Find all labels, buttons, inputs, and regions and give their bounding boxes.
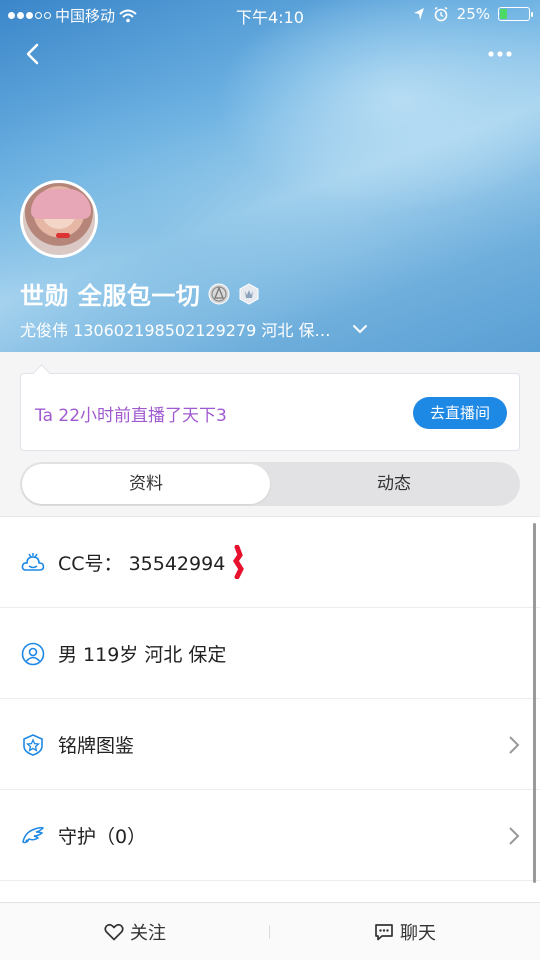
back-button[interactable] <box>20 40 48 68</box>
basic-info-row: 男 119岁 河北 保定 <box>0 608 540 699</box>
location-arrow-icon <box>413 8 424 20</box>
profile-header: 中国移动 下午4:10 25% 世勋 全服包一切 尤俊伟 13060219850… <box>0 0 540 352</box>
medal-gallery-label: 铭牌图鉴 <box>58 735 135 757</box>
follow-button[interactable]: 关注 <box>0 903 270 960</box>
basic-info-label: 男 119岁 河北 保定 <box>58 644 227 666</box>
level-badge-icon <box>208 283 230 304</box>
battery-icon <box>498 7 533 21</box>
chevron-right-icon <box>509 827 520 845</box>
go-live-room-button[interactable]: 去直播间 <box>413 397 507 429</box>
chat-label: 聊天 <box>400 923 436 944</box>
cc-cloud-icon <box>21 553 45 571</box>
profile-info-list: CC号： 35542994 男 119岁 河北 保定 铭牌图鉴 守护（0） <box>0 516 540 902</box>
alarm-clock-icon <box>434 6 448 22</box>
medal-gallery-row[interactable]: 铭牌图鉴 <box>0 699 540 790</box>
avatar[interactable] <box>20 180 98 258</box>
live-notice-card: Ta 22小时前直播了天下3 去直播间 <box>20 373 520 451</box>
tab-feed[interactable]: 动态 <box>270 464 518 504</box>
crown-badge-icon <box>239 282 259 305</box>
chevron-down-icon[interactable] <box>351 320 369 338</box>
bottom-action-bar: 关注 聊天 <box>0 902 540 960</box>
status-bar: 中国移动 下午4:10 25% <box>0 0 540 28</box>
profile-subtitle: 尤俊伟 130602198502129279 河北 保… <box>20 321 331 340</box>
heart-icon <box>104 923 124 941</box>
guardian-label: 守护（0） <box>58 826 147 848</box>
scrollbar[interactable] <box>533 523 536 883</box>
battery-percent: 25% <box>456 5 490 23</box>
more-options-button[interactable] <box>484 44 516 64</box>
live-notice-text: Ta 22小时前直播了天下3 <box>35 406 227 426</box>
redaction-mark <box>233 545 244 579</box>
tab-info[interactable]: 资料 <box>22 464 270 504</box>
cc-number-label: CC号： 35542994 <box>58 553 226 575</box>
wing-icon <box>22 826 45 844</box>
profile-name: 世勋 全服包一切 <box>20 282 201 310</box>
chevron-right-icon <box>509 736 520 754</box>
profile-tabs: 资料 动态 <box>20 462 520 506</box>
follow-label: 关注 <box>130 923 166 944</box>
chat-bubble-icon <box>375 924 393 941</box>
chat-button[interactable]: 聊天 <box>270 903 540 960</box>
cc-number-row: CC号： 35542994 <box>0 517 540 608</box>
guardian-row[interactable]: 守护（0） <box>0 790 540 881</box>
user-circle-icon <box>21 642 45 666</box>
medal-badge-icon <box>23 734 43 756</box>
